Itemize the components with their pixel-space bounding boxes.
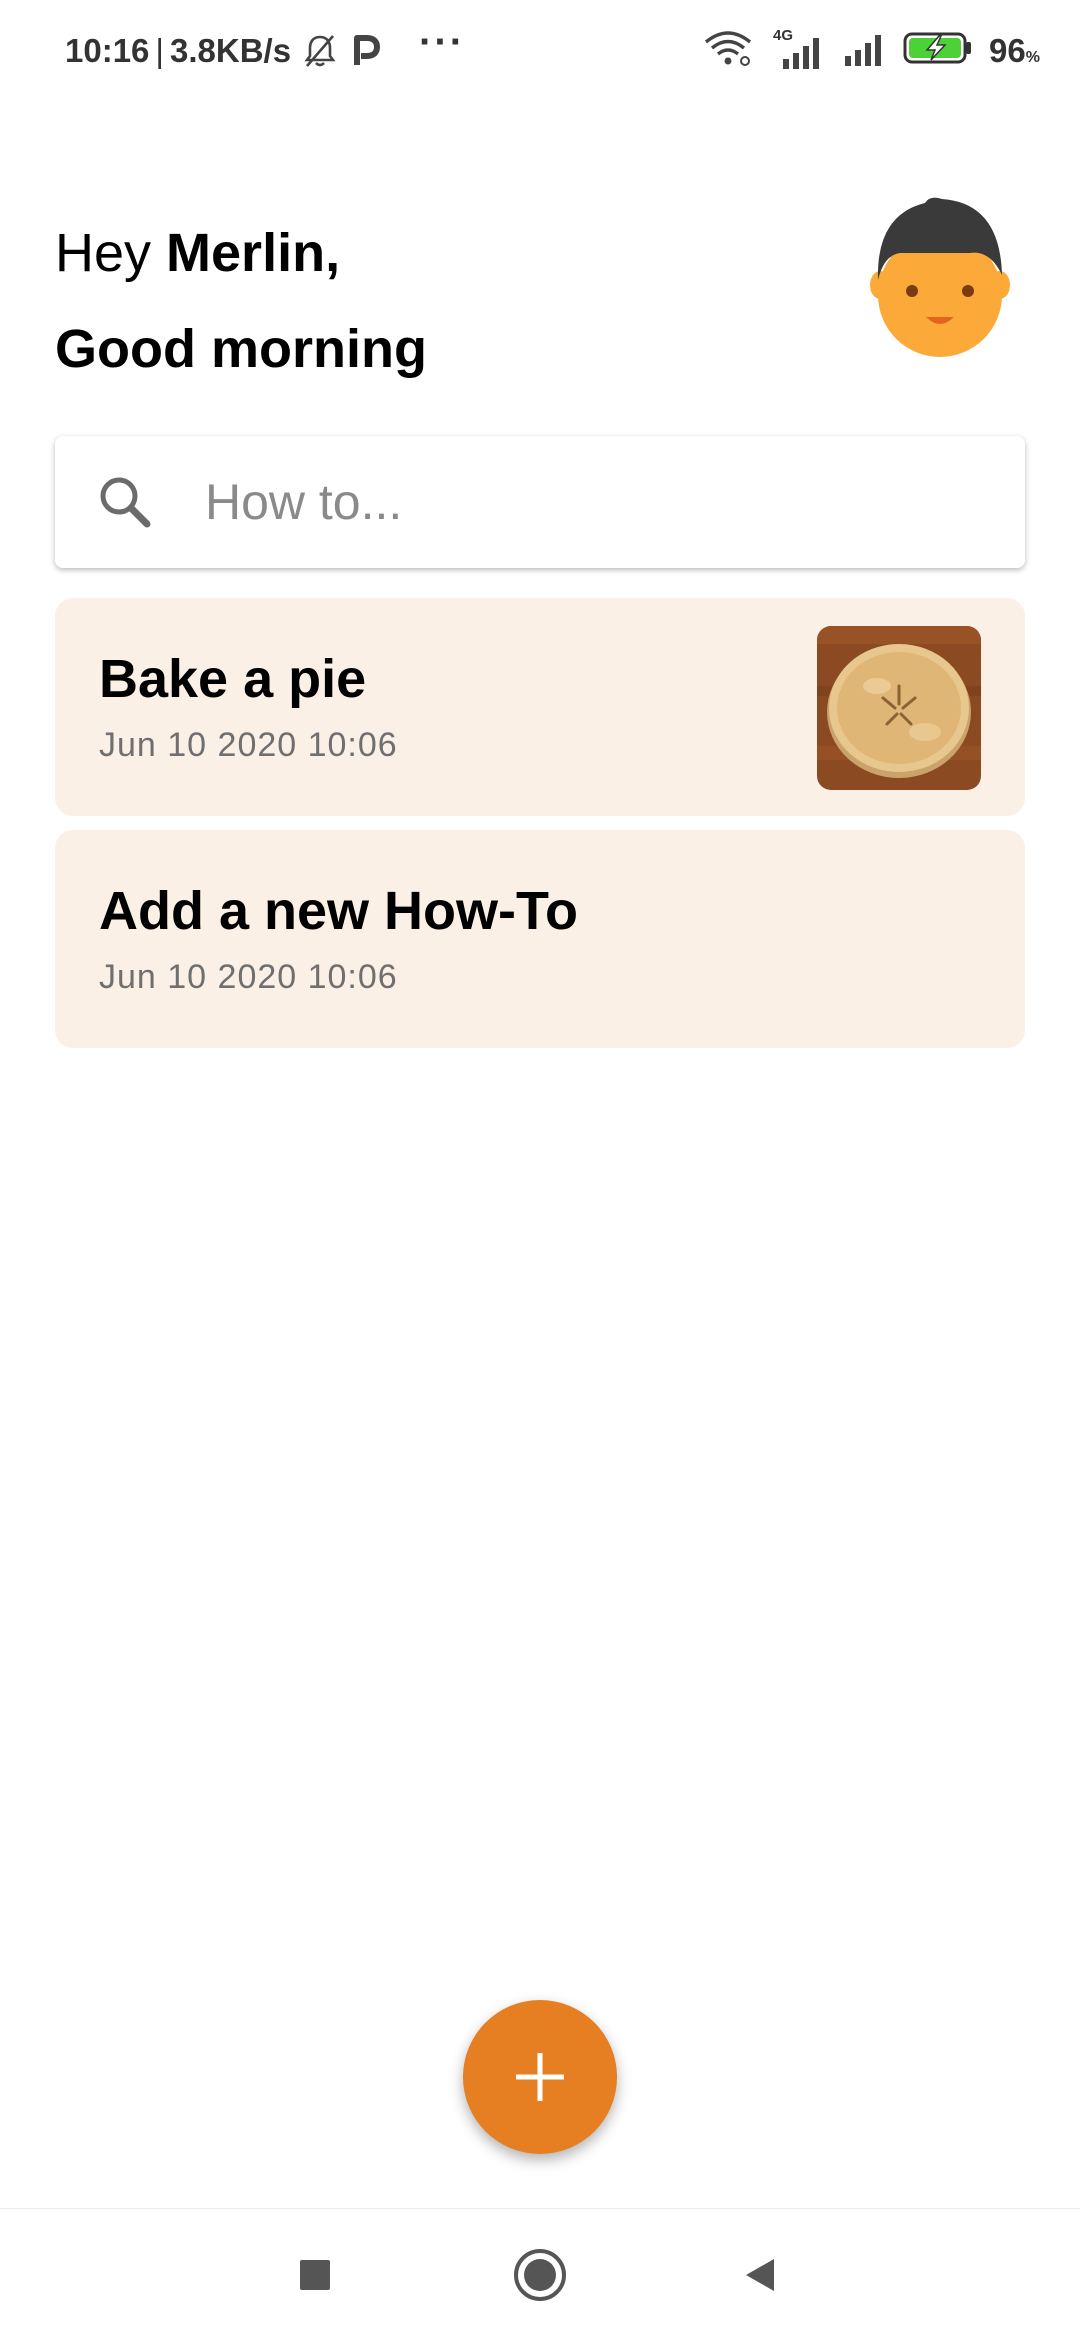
howto-date: Jun 10 2020 10:06 (99, 958, 398, 996)
system-nav-bar (0, 2208, 1080, 2340)
battery-level: 96% (989, 32, 1040, 70)
back-triangle-icon (746, 2259, 774, 2291)
recents-button[interactable] (285, 2209, 345, 2340)
greeting-salutation: Good morning (55, 319, 427, 379)
home-button[interactable] (510, 2209, 570, 2340)
signal-icon (843, 28, 887, 73)
status-bar: 10:16 | 3.8KB/s ··· 4G 96% (0, 0, 1080, 100)
howto-home-screen: 10:16 | 3.8KB/s ··· 4G 96% Hey Merlin, G… (0, 0, 1080, 2340)
howto-title: Add a new How-To (99, 881, 578, 941)
greeting-line: Hey Merlin, (55, 205, 427, 301)
status-right: 4G 96% (703, 27, 1040, 73)
plus-icon (516, 2053, 564, 2101)
status-left: 10:16 | 3.8KB/s ··· (65, 20, 465, 73)
howto-card[interactable]: Add a new How-To Jun 10 2020 10:06 (55, 830, 1025, 1048)
status-time: 10:16 (65, 31, 150, 69)
battery-charging-icon (903, 30, 973, 71)
search-bar[interactable] (55, 436, 1025, 568)
circle-icon (514, 2249, 566, 2301)
parking-app-icon (349, 33, 381, 69)
more-notifications-icon: ··· (419, 20, 466, 64)
greeting-hey: Hey (55, 223, 167, 283)
howto-date: Jun 10 2020 10:06 (99, 726, 398, 764)
avatar[interactable] (870, 195, 1010, 365)
battery-percent-unit: % (1025, 48, 1040, 66)
greeting-user-name: Merlin, (166, 223, 341, 283)
search-input[interactable] (203, 472, 967, 532)
bell-off-icon (303, 33, 337, 69)
back-button[interactable] (730, 2209, 790, 2340)
status-separator: | (155, 31, 164, 69)
wifi-icon (703, 30, 753, 71)
avatar-face-icon (870, 197, 1010, 357)
network-speed: 3.8KB/s (169, 31, 292, 69)
pie-thumbnail-image (817, 626, 981, 790)
battery-percent-value: 96 (989, 31, 1026, 69)
square-icon (300, 2260, 330, 2290)
signal-4g-icon: 4G (769, 27, 827, 71)
howto-title: Bake a pie (99, 649, 367, 709)
search-icon (95, 472, 155, 532)
greeting: Hey Merlin, Good morning (55, 205, 427, 397)
howto-card[interactable]: Bake a pie Jun 10 2020 10:06 (55, 598, 1025, 816)
add-howto-button[interactable] (463, 2000, 617, 2154)
